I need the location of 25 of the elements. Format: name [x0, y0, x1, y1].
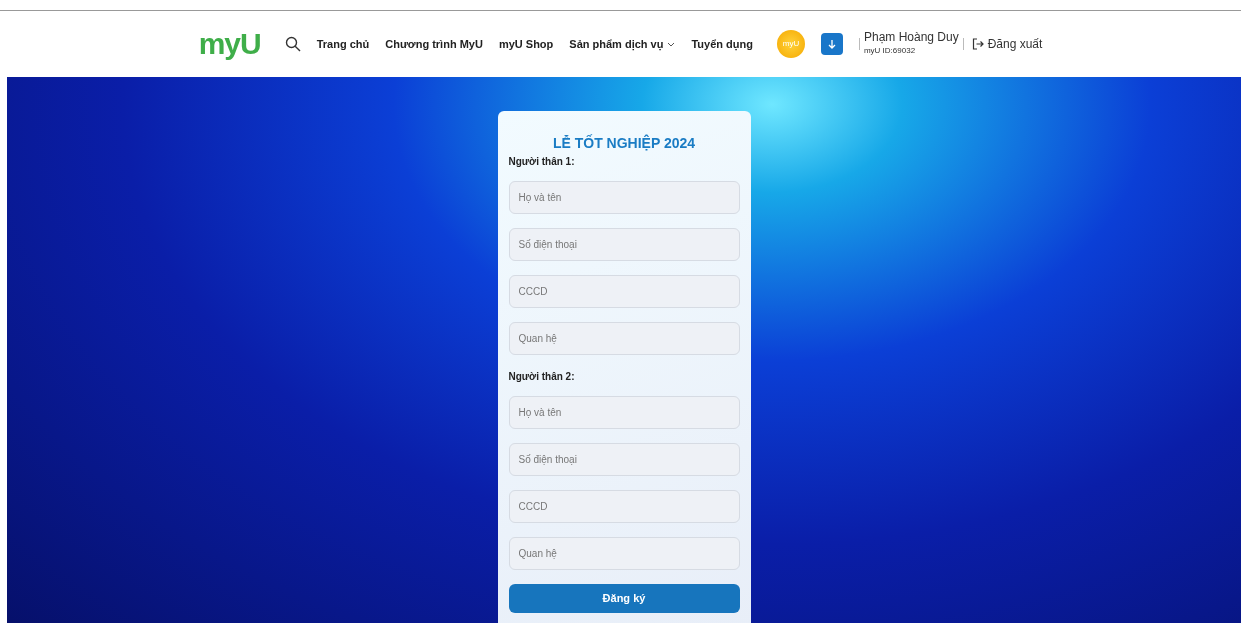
register-button[interactable]: Đăng ký — [508, 584, 740, 613]
user-id: myU ID:69032 — [863, 44, 917, 57]
input-field[interactable]: Quan hệ — [508, 537, 740, 570]
nav-link[interactable]: myU Shop — [498, 35, 554, 53]
logout-link[interactable]: Đăng xuất — [971, 35, 1043, 53]
download-button[interactable] — [820, 33, 843, 55]
logout-icon — [971, 38, 984, 50]
chevron-icon — [667, 41, 676, 47]
nav-link[interactable]: Sản phẩm dịch vụ — [569, 35, 676, 53]
input-field[interactable]: CCCD — [508, 490, 740, 523]
input-field[interactable]: Quan hệ — [508, 322, 740, 355]
input-field[interactable]: Họ và tên — [508, 396, 740, 429]
nav-link[interactable]: Chương trình MyU — [385, 35, 483, 53]
input-field[interactable]: Số điện thoại — [508, 228, 740, 261]
search-icon[interactable] — [284, 36, 301, 52]
input-field[interactable]: CCCD — [508, 275, 740, 308]
form-title: LỄ TỐT NGHIỆP 2024 — [551, 133, 697, 153]
user-name[interactable]: Phạm Hoàng Duy — [863, 31, 959, 45]
nav-link[interactable]: Trang chủ — [316, 35, 370, 53]
input-field[interactable]: Họ và tên — [508, 181, 740, 214]
arrow-down-icon — [826, 39, 837, 49]
group-label: Người thân 2: — [508, 370, 576, 384]
group-label: Người thân 1: — [508, 155, 576, 169]
nav-link[interactable]: Tuyển dụng — [691, 35, 753, 53]
input-field[interactable]: Số điện thoại — [508, 443, 740, 476]
